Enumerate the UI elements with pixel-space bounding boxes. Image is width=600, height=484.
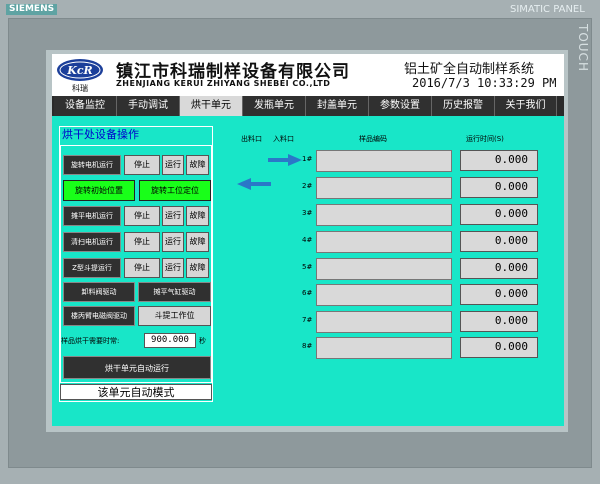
outlet-arrow-icon xyxy=(237,178,271,190)
sweep-motor-run-indicator: 运行 xyxy=(162,232,184,252)
slot-sample-code xyxy=(316,150,452,172)
bucket-work-position-indicator: 斗提工作位 xyxy=(138,306,211,326)
logo-text: KcR xyxy=(66,64,92,77)
auto-run-button[interactable]: 烘干单元自动运行 xyxy=(63,356,211,379)
slot-run-time: 0.000 xyxy=(460,258,538,279)
datetime-display: 2016/7/3 10:33:29 PM xyxy=(412,76,557,90)
slot-number: 1# xyxy=(302,155,313,163)
run-time-header: 运行时间(S) xyxy=(466,135,504,143)
slot-number: 7# xyxy=(302,316,313,324)
sample-code-header: 样品编码 xyxy=(359,135,387,143)
inlet-arrow-icon xyxy=(268,154,302,166)
flatten-motor-run-indicator: 运行 xyxy=(162,206,184,226)
drying-time-input[interactable]: 900.000 xyxy=(144,333,196,348)
slot-run-time: 0.000 xyxy=(460,311,538,332)
nav-drying-unit[interactable]: 烘干单元 xyxy=(180,96,243,116)
flatten-motor-fault-indicator: 故障 xyxy=(186,206,209,226)
drying-time-label: 样品烘干需要时常: xyxy=(61,337,120,345)
unload-valve-button[interactable]: 卸料阀驱动 xyxy=(63,282,135,302)
nav-alarm-history[interactable]: 历史报警 xyxy=(432,96,495,116)
panel-model-label: SIMATIC PANEL xyxy=(510,4,585,15)
nav-device-monitor[interactable]: 设备监控 xyxy=(54,96,117,116)
slot-number: 3# xyxy=(302,209,313,217)
company-logo: KcR 科瑞 xyxy=(54,57,106,93)
drying-time-unit: 秒 xyxy=(199,337,206,345)
slot-sample-code xyxy=(316,231,452,253)
rotate-work-position-indicator: 旋转工位定位 xyxy=(139,180,211,201)
slot-number: 2# xyxy=(302,182,313,190)
nav-capping-unit[interactable]: 封盖单元 xyxy=(306,96,369,116)
brand-label: SIEMENS xyxy=(6,4,58,15)
outlet-header: 出料口 xyxy=(241,135,262,143)
slot-run-time: 0.000 xyxy=(460,337,538,358)
slot-number: 5# xyxy=(302,263,313,271)
rotate-motor-run-button[interactable]: 旋转电机运行 xyxy=(63,155,121,175)
nav-manual-debug[interactable]: 手动调试 xyxy=(117,96,180,116)
slot-sample-code xyxy=(316,311,452,333)
sweep-motor-run-button[interactable]: 清扫电机运行 xyxy=(63,232,121,252)
nav-about-us[interactable]: 关于我们 xyxy=(495,96,557,116)
z-bucket-fault-indicator: 故障 xyxy=(186,258,209,278)
z-bucket-run-button[interactable]: Z型斗提运行 xyxy=(63,258,121,278)
nav-bottle-unit[interactable]: 发瓶单元 xyxy=(243,96,306,116)
drying-panel-title: 烘干处设备操作 xyxy=(60,127,212,143)
flatten-motor-stop-button[interactable]: 停止 xyxy=(124,206,160,226)
z-bucket-run-indicator: 运行 xyxy=(162,258,184,278)
inlet-header: 入料口 xyxy=(273,135,294,143)
slot-sample-code xyxy=(316,177,452,199)
logo-subtext: 科瑞 xyxy=(72,83,88,93)
flatten-cylinder-button[interactable]: 摊平气缸驱动 xyxy=(138,282,211,302)
mech-arm-valve-button[interactable]: 楼丙臂电磁阀驱动 xyxy=(63,306,135,326)
rotate-motor-run-indicator: 运行 xyxy=(162,155,184,175)
slot-number: 6# xyxy=(302,289,313,297)
slot-run-time: 0.000 xyxy=(460,231,538,252)
slot-sample-code xyxy=(316,258,452,280)
sweep-motor-stop-button[interactable]: 停止 xyxy=(124,232,160,252)
slot-run-time: 0.000 xyxy=(460,284,538,305)
system-title: 铝土矿全自动制样系统 xyxy=(404,62,535,77)
slot-run-time: 0.000 xyxy=(460,177,538,198)
slot-run-time: 0.000 xyxy=(460,150,538,171)
touch-label: TOUCH xyxy=(576,24,590,72)
unit-mode-status: 该单元自动模式 xyxy=(60,384,212,400)
company-name-en: ZHENJIANG KERUI ZHIYANG SHEBEI CO.,LTD xyxy=(116,79,331,88)
slot-sample-code xyxy=(316,337,452,359)
rotate-initial-position-indicator: 旋转初始位置 xyxy=(63,180,135,201)
slot-number: 8# xyxy=(302,342,313,350)
flatten-motor-run-button[interactable]: 摊平电机运行 xyxy=(63,206,121,226)
rotate-motor-fault-indicator: 故障 xyxy=(186,155,209,175)
slot-run-time: 0.000 xyxy=(460,204,538,225)
z-bucket-stop-button[interactable]: 停止 xyxy=(124,258,160,278)
sweep-motor-fault-indicator: 故障 xyxy=(186,232,209,252)
rotate-motor-stop-button[interactable]: 停止 xyxy=(124,155,160,175)
nav-param-settings[interactable]: 参数设置 xyxy=(369,96,432,116)
slot-number: 4# xyxy=(302,236,313,244)
slot-sample-code xyxy=(316,284,452,306)
slot-sample-code xyxy=(316,204,452,226)
